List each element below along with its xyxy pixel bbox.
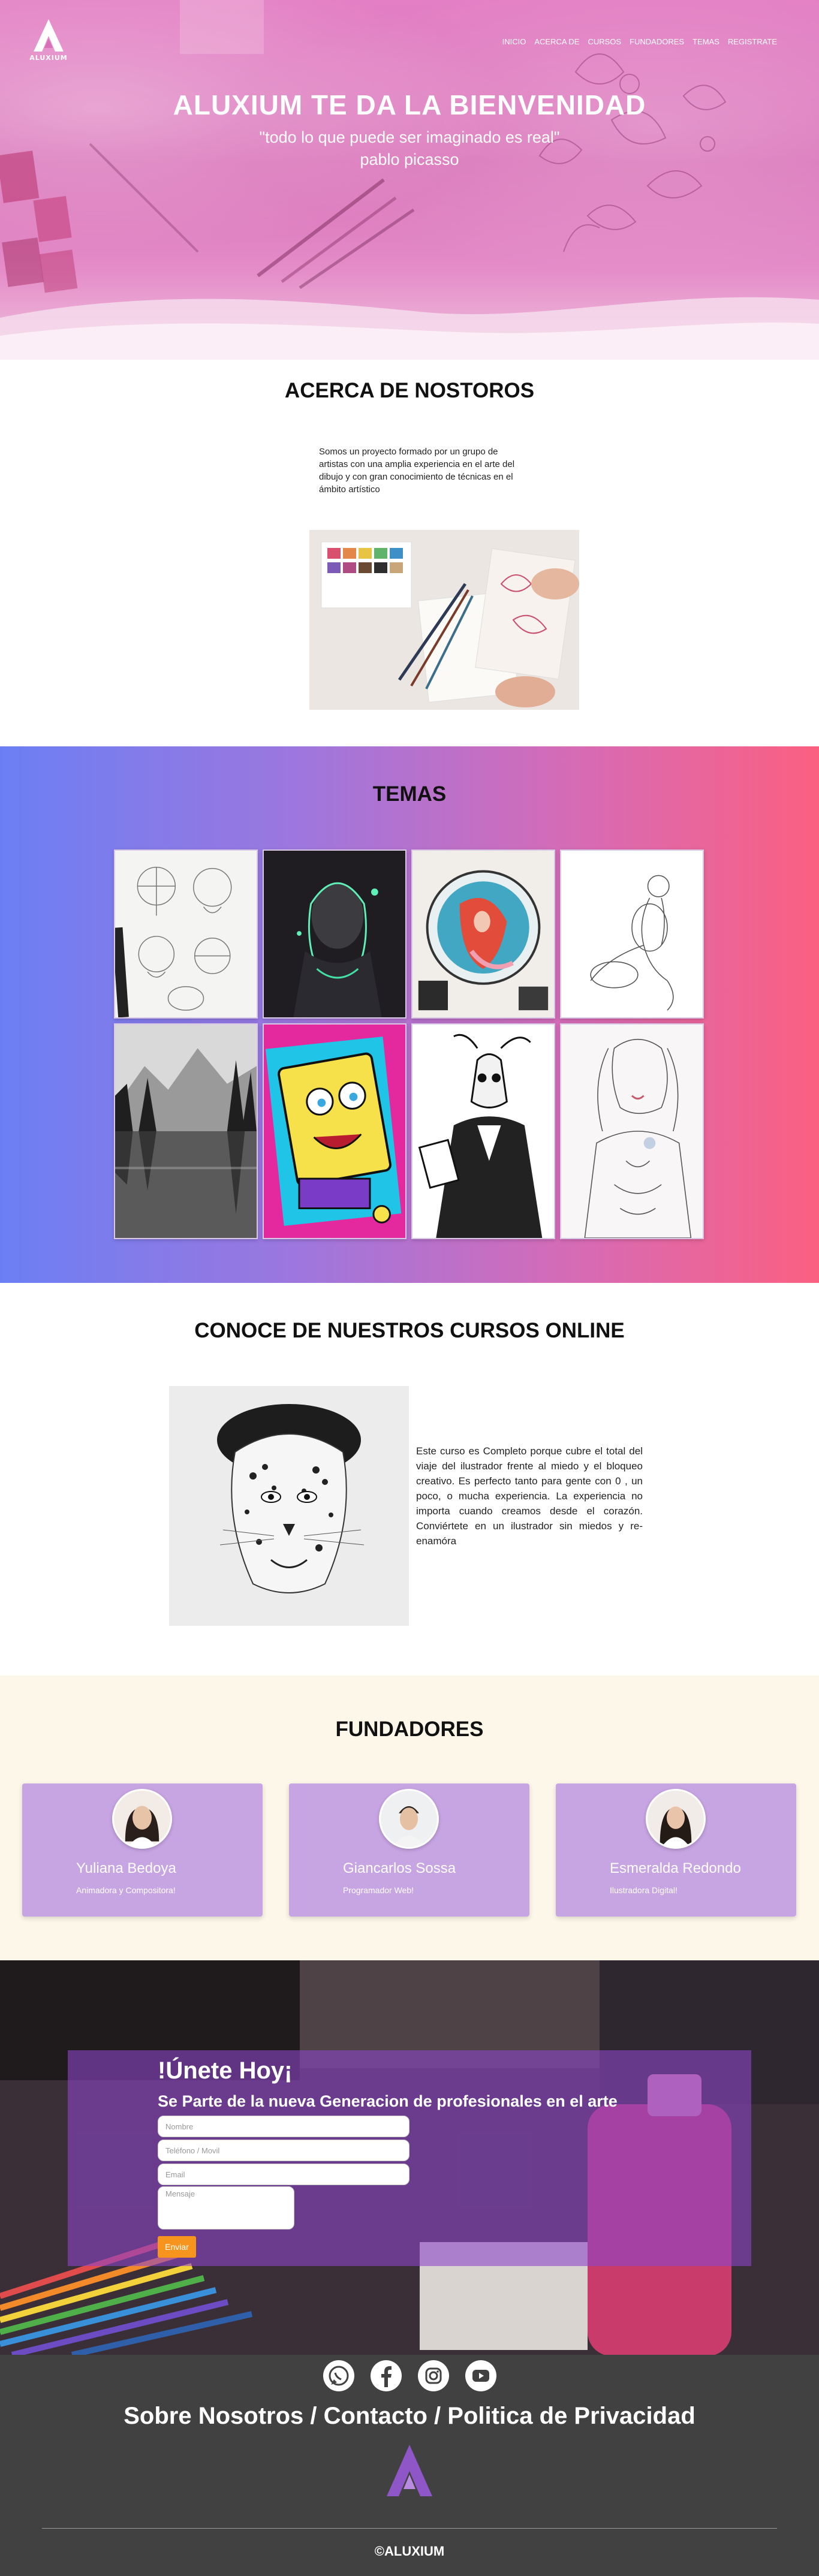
mermaid-watercolor-image bbox=[412, 851, 554, 1017]
avatar bbox=[379, 1789, 439, 1849]
join-form-panel: !Únete Hoy¡ Se Parte de la nueva Generac… bbox=[68, 2050, 751, 2266]
nav-temas[interactable]: TEMAS bbox=[692, 37, 719, 46]
figure-sketch-image bbox=[561, 851, 703, 1017]
nav-acerca-de[interactable]: ACERCA DE bbox=[534, 37, 579, 46]
about-image bbox=[309, 530, 579, 710]
hero-author: pablo picasso bbox=[360, 150, 459, 168]
logo[interactable]: ALUXIUM bbox=[28, 18, 70, 62]
founder-card: Giancarlos Sossa Programador Web! bbox=[289, 1783, 529, 1917]
avatar bbox=[112, 1789, 172, 1849]
theme-tile[interactable] bbox=[411, 849, 555, 1019]
avatar-portrait-icon bbox=[114, 1791, 170, 1847]
nav-fundadores[interactable]: FUNDADORES bbox=[630, 37, 684, 46]
hero-title: ALUXIUM TE DA LA BIENVENIDAD bbox=[173, 89, 646, 120]
skull-deer-man-image bbox=[412, 1025, 554, 1238]
message-input[interactable] bbox=[158, 2186, 294, 2229]
email-input[interactable] bbox=[158, 2164, 410, 2185]
founder-card: Yuliana Bedoya Animadora y Compositora! bbox=[22, 1783, 263, 1917]
footer-links[interactable]: Sobre Nosotros / Contacto / Politica de … bbox=[0, 2403, 819, 2430]
tattooed-woman-image bbox=[561, 1025, 703, 1238]
founders-cards: Yuliana Bedoya Animadora y Compositora! … bbox=[22, 1783, 797, 1917]
name-input[interactable] bbox=[158, 2116, 410, 2137]
phone-input[interactable] bbox=[158, 2140, 410, 2161]
footer-logo-icon bbox=[387, 2445, 432, 2496]
facebook-icon[interactable] bbox=[370, 2360, 402, 2392]
avatar bbox=[646, 1789, 706, 1849]
theme-tile[interactable] bbox=[411, 1023, 555, 1239]
founders-title: FUNDADORES bbox=[335, 1718, 484, 1741]
avatar-portrait-icon bbox=[648, 1791, 704, 1847]
about-text: Somos un proyecto formado por un grupo d… bbox=[319, 447, 515, 495]
courses-section: CONOCE DE NUESTROS CURSOS ONLINE Este cu… bbox=[0, 1283, 819, 1676]
cheetah-woman-portrait-image bbox=[169, 1386, 409, 1626]
courses-title: CONOCE DE NUESTROS CURSOS ONLINE bbox=[194, 1319, 625, 1342]
logo-a-icon bbox=[34, 19, 64, 52]
join-title: !Únete Hoy¡ bbox=[158, 2057, 293, 2084]
theme-tile[interactable] bbox=[560, 1023, 704, 1239]
theme-tile[interactable] bbox=[560, 849, 704, 1019]
theme-tile[interactable] bbox=[114, 1023, 258, 1239]
founder-role: Ilustradora Digital! bbox=[610, 1885, 678, 1895]
nav-registrate[interactable]: REGISTRATE bbox=[728, 37, 777, 46]
founders-section: FUNDADORES Yuliana Bedoya Animadora y Co… bbox=[0, 1676, 819, 1960]
join-subtitle: Se Parte de la nueva Generacion de profe… bbox=[158, 2092, 618, 2110]
theme-tile[interactable] bbox=[114, 849, 258, 1019]
themes-grid bbox=[114, 849, 705, 1239]
hero-wave bbox=[0, 297, 819, 360]
logo-text: ALUXIUM bbox=[29, 54, 68, 62]
submit-button[interactable]: Enviar bbox=[158, 2236, 196, 2258]
founder-name: Yuliana Bedoya bbox=[76, 1860, 176, 1876]
social-links bbox=[0, 2360, 819, 2392]
instagram-icon[interactable] bbox=[417, 2360, 450, 2392]
course-description: Este curso es Completo porque cubre el t… bbox=[416, 1445, 643, 1547]
join-section: !Únete Hoy¡ Se Parte de la nueva Generac… bbox=[0, 1960, 819, 2355]
nav-inicio[interactable]: INICIO bbox=[502, 37, 526, 46]
theme-tile[interactable] bbox=[263, 849, 407, 1019]
main-nav: INICIO ACERCA DE CURSOS FUNDADORES TEMAS… bbox=[502, 37, 777, 46]
sponge-character-image bbox=[264, 1025, 405, 1238]
copyright: ©ALUXIUM bbox=[374, 2544, 445, 2559]
theme-tile[interactable] bbox=[263, 1023, 407, 1239]
mountain-lake-image bbox=[115, 1025, 257, 1238]
neon-girl-drawing-image bbox=[264, 851, 405, 1017]
avatar-portrait-icon bbox=[381, 1791, 437, 1847]
whatsapp-icon[interactable] bbox=[323, 2360, 355, 2392]
founder-name: Esmeralda Redondo bbox=[610, 1860, 741, 1876]
themes-section: TEMAS bbox=[0, 746, 819, 1283]
course-image bbox=[169, 1386, 409, 1626]
about-title: ACERCA DE NOSTOROS bbox=[284, 379, 535, 402]
youtube-icon[interactable] bbox=[465, 2360, 497, 2392]
founder-role: Programador Web! bbox=[343, 1885, 414, 1895]
founder-card: Esmeralda Redondo Ilustradora Digital! bbox=[556, 1783, 796, 1917]
hero-header: ALUXIUM INICIO ACERCA DE CURSOS FUNDADOR… bbox=[0, 0, 819, 360]
hero-quote: "todo lo que puede ser imaginado es real… bbox=[259, 128, 560, 146]
founder-role: Animadora y Compositora! bbox=[76, 1885, 176, 1895]
nav-cursos[interactable]: CURSOS bbox=[588, 37, 621, 46]
art-supplies-image bbox=[309, 530, 579, 710]
founder-name: Giancarlos Sossa bbox=[343, 1860, 456, 1876]
head-sketches-image bbox=[115, 851, 257, 1017]
about-section: ACERCA DE NOSTOROS Somos un proyecto for… bbox=[0, 360, 819, 746]
footer: Sobre Nosotros / Contacto / Politica de … bbox=[0, 2355, 819, 2576]
footer-divider bbox=[42, 2528, 777, 2529]
themes-title: TEMAS bbox=[372, 782, 447, 806]
